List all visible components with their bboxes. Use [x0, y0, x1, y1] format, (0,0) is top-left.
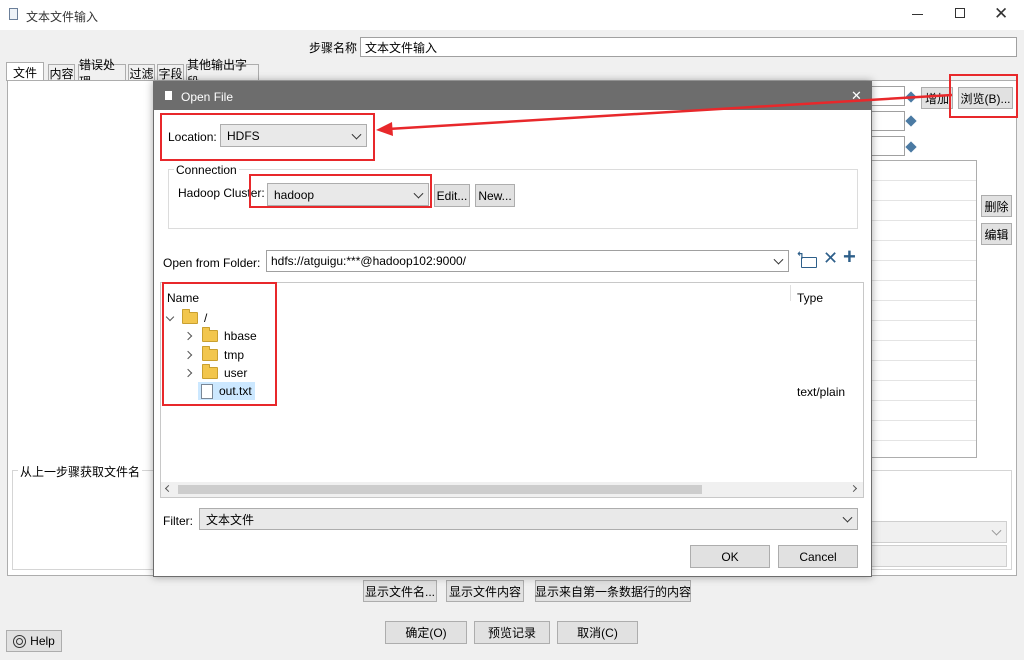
annotation-arrow: [376, 93, 953, 136]
